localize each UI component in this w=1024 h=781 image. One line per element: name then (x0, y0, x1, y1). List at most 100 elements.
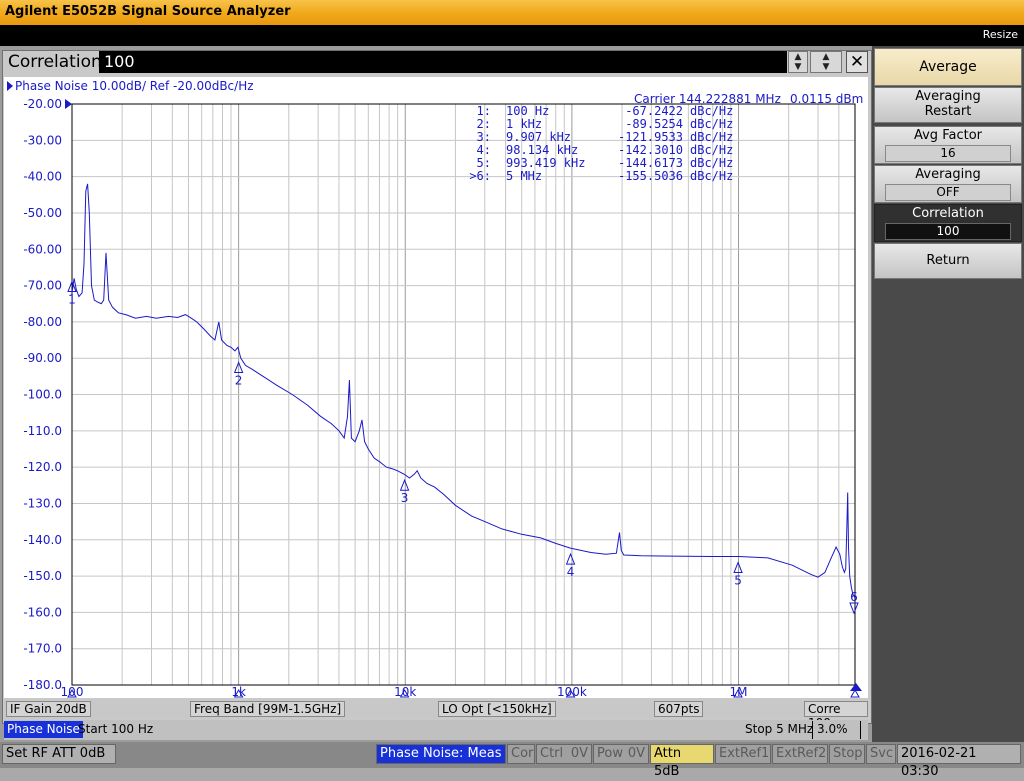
y-tick-label: -130.0 (23, 496, 62, 510)
step-buttons[interactable]: ▲ ▼ (810, 51, 842, 73)
ref-arrow-icon (65, 99, 72, 109)
status-bar: IF Gain 20dB Freq Band [99M-1.5GHz] LO O… (4, 700, 868, 730)
freq-band-status: Freq Band [99M-1.5GHz] (190, 701, 346, 717)
x-tick-label: 100 (61, 685, 84, 698)
close-icon: ✕ (849, 52, 865, 72)
marker-label: 1 (68, 293, 76, 307)
marker-label: 2 (235, 373, 243, 387)
marker-table-value: -142.3010 (618, 143, 683, 157)
stop-indicator: Stop (829, 744, 865, 764)
marker-table: 1: 100 Hz -67.2422 dBc/Hz 2: 1 kHz -89.5254 dBc… (469, 104, 733, 183)
menu-bar: Resize (0, 25, 1024, 46)
power-readout: 0.0115 dBm (790, 92, 863, 106)
entry-value-field[interactable]: 100 (99, 51, 787, 73)
start-freq: Start 100 Hz (78, 722, 154, 736)
y-tick-label: -90.00 (23, 351, 62, 365)
marker-table-id: 3: (477, 130, 491, 144)
divider (812, 721, 813, 739)
sweep-bar: Phase Noise Start 100 Hz Stop 5 MHz 3.0% (4, 720, 868, 740)
marker-table-value: -144.6173 (618, 156, 683, 170)
y-tick-label: -70.00 (23, 279, 62, 293)
marker-table-id: 2: (477, 117, 491, 131)
marker-table-unit: dBc/Hz (690, 169, 733, 183)
lo-opt-status: LO Opt [<150kHz] (438, 701, 556, 717)
down-arrow-icon[interactable]: ▼ (789, 62, 807, 72)
axis-marker-icon (850, 688, 860, 698)
marker-table-id: 1: (477, 104, 491, 118)
close-button[interactable]: ✕ (846, 51, 868, 73)
averaging-restart-button[interactable]: Averaging Restart (874, 87, 1022, 123)
marker-group: 1 2 3 4 5 6 (67, 280, 860, 698)
rf-att-status: Set RF ATT 0dB (2, 744, 116, 764)
y-tick-label: -100.0 (23, 388, 62, 402)
points-status: 607pts (654, 701, 704, 717)
return-button[interactable]: Return (874, 243, 1022, 279)
spin-buttons[interactable]: ▲ ▼ (788, 51, 808, 73)
averaging-value: OFF (885, 184, 1011, 201)
marker-table-id: 4: (477, 143, 491, 157)
marker-table-unit: dBc/Hz (690, 156, 733, 170)
cor-indicator: Cor (507, 744, 535, 764)
marker-label: 4 (567, 565, 575, 579)
avg-factor-value: 16 (885, 145, 1011, 162)
marker-table-freq: 100 Hz (506, 104, 549, 118)
softkey-panel: Average Averaging Restart Avg Factor 16 … (872, 46, 1024, 742)
y-axis-labels: -20.00 -30.00 -40.00 -50.00 -60.00 -70.00 -80.… (23, 97, 62, 692)
y-tick-label: -30.00 (23, 133, 62, 147)
phase-noise-chart: -20.00 -30.00 -40.00 -50.00 -60.00 -70.00 -80.… (7, 79, 863, 698)
step-up-icon[interactable]: ▲ (811, 52, 841, 62)
sweep-progress-label: 3.0% (817, 722, 848, 736)
marker-table-id: 5: (477, 156, 491, 170)
marker-table-freq: 1 kHz (506, 117, 542, 131)
marker-label: 6 (850, 590, 858, 604)
datetime: 2016-02-21 03:30 (897, 744, 1021, 779)
y-tick-label: -150.0 (23, 569, 62, 583)
y-tick-label: -80.00 (23, 315, 62, 329)
y-tick-label: -110.0 (23, 424, 62, 438)
marker-6-icon (849, 602, 859, 615)
marker-table-value: -155.5036 (618, 169, 683, 183)
meas-type-label: Phase Noise (4, 721, 83, 738)
y-tick-label: -180.0 (23, 678, 62, 692)
y-tick-label: -160.0 (23, 605, 62, 619)
marker-4-icon (565, 552, 576, 565)
avg-factor-button[interactable]: Avg Factor 16 (874, 126, 1022, 164)
extref2-indicator: ExtRef2 (772, 744, 828, 764)
y-tick-label: -170.0 (23, 642, 62, 656)
y-tick-label: -140.0 (23, 533, 62, 547)
bottom-taskbar: Set RF ATT 0dB Phase Noise: Meas Cor Ctr… (0, 742, 1024, 779)
if-gain-status: IF Gain 20dB (6, 701, 91, 717)
marker-label: 3 (401, 491, 409, 505)
y-tick-label: -60.00 (23, 242, 62, 256)
marker-label: 5 (734, 574, 742, 588)
marker-table-value: -67.2422 (625, 104, 683, 118)
plot-area: -20.00 -30.00 -40.00 -50.00 -60.00 -70.00 -80.… (4, 77, 868, 698)
chart-title: Phase Noise 10.00dB/ Ref -20.00dBc/Hz (15, 79, 254, 93)
resize-menu[interactable]: Resize (983, 28, 1018, 41)
y-tick-label: -120.0 (23, 460, 62, 474)
marker-table-unit: dBc/Hz (690, 143, 733, 157)
averaging-toggle-button[interactable]: Averaging OFF (874, 165, 1022, 203)
trace-arrow-icon (7, 81, 13, 91)
meas-status: Phase Noise: Meas (376, 744, 506, 764)
corre-status: Corre 100 (804, 701, 868, 730)
marker-table-freq: 9.907 kHz (506, 130, 571, 144)
scroll-arrow-icon (850, 683, 862, 691)
marker-table-value: -89.5254 (625, 117, 683, 131)
y-tick-label: -40.00 (23, 170, 62, 184)
marker-table-freq: 98.134 kHz (506, 143, 578, 157)
marker-table-unit: dBc/Hz (690, 117, 733, 131)
softkey-menu-title: Average (874, 48, 1022, 86)
up-arrow-icon[interactable]: ▲ (789, 52, 807, 62)
x-tick-label: 1k (231, 685, 246, 698)
divider (860, 721, 861, 739)
y-tick-label: -20.00 (23, 97, 62, 111)
correlation-value: 100 (885, 223, 1011, 240)
extref1-indicator: ExtRef1 (715, 744, 771, 764)
svc-indicator: Svc (866, 744, 896, 764)
step-down-icon[interactable]: ▼ (811, 62, 841, 72)
stop-freq: Stop 5 MHz (745, 722, 814, 736)
marker-table-unit: dBc/Hz (690, 104, 733, 118)
correlation-button[interactable]: Correlation 100 (874, 204, 1022, 242)
title-bar: Agilent E5052B Signal Source Analyzer (0, 0, 1024, 25)
